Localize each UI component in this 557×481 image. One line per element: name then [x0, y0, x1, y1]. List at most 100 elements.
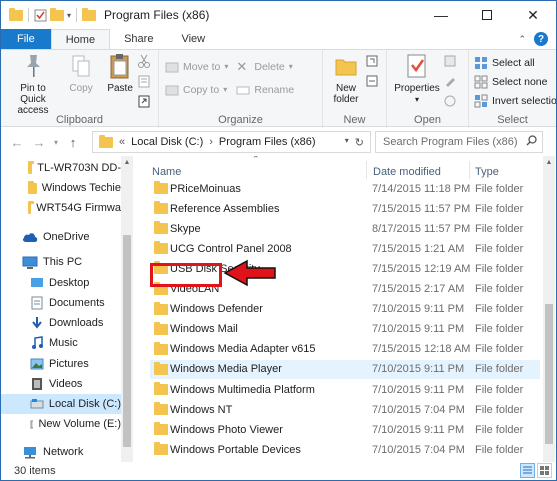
pin-to-quick-access-button[interactable]: Pin to Quick access	[7, 52, 59, 116]
nav-item-desktop[interactable]: Desktop	[1, 273, 121, 293]
table-row[interactable]: Windows Defender 7/10/2015 9:11 PM File fo…	[150, 300, 540, 319]
file-date: 7/10/2015 9:11 PM	[372, 323, 465, 336]
nav-item-videos[interactable]: Videos	[1, 374, 121, 394]
table-row[interactable]: Windows Media Player 7/10/2015 9:11 PM Fil…	[150, 359, 540, 379]
select-none-button[interactable]: Select none	[474, 71, 552, 92]
folder-icon	[154, 442, 168, 456]
help-icon[interactable]: ?	[534, 32, 548, 46]
breadcrumb-program-files[interactable]: Program Files (x86)	[219, 136, 316, 148]
folder-icon	[154, 361, 168, 375]
paste-button[interactable]: Paste	[103, 52, 137, 94]
copy-to-button[interactable]: Copy to ▾	[165, 79, 228, 100]
nav-item-music[interactable]: Music	[1, 333, 121, 353]
tab-view[interactable]: View	[167, 29, 219, 49]
breadcrumb-local-disk[interactable]: Local Disk (C:)	[131, 136, 203, 148]
properties-check-icon[interactable]	[34, 9, 47, 22]
cut-icon[interactable]	[137, 54, 151, 68]
maximize-button[interactable]	[464, 1, 510, 29]
nav-item-downloads[interactable]: Downloads	[1, 313, 121, 333]
content-scroll-up[interactable]: ▲	[543, 156, 555, 170]
back-button[interactable]: ←	[7, 135, 27, 150]
path-overflow-chevron[interactable]: «	[119, 136, 125, 148]
table-row[interactable]: Windows Photo Viewer 7/10/2015 9:11 PM Fil…	[150, 420, 540, 439]
copy-button[interactable]: Copy	[66, 52, 96, 94]
breadcrumb-separator[interactable]: ›	[209, 136, 213, 148]
history-icon[interactable]	[443, 94, 457, 108]
table-row[interactable]: Windows NT 7/10/2015 7:04 PM File folder	[150, 400, 540, 419]
nav-item-wrt54g[interactable]: WRT54G Firmwa	[1, 198, 121, 218]
table-row[interactable]: Windows Mail 7/10/2015 9:11 PM File folder	[150, 320, 540, 339]
file-date: 7/15/2015 12:18 AM	[372, 343, 471, 356]
edit-icon[interactable]	[443, 74, 457, 88]
paste-shortcut-icon[interactable]	[137, 94, 151, 108]
tab-file[interactable]: File	[1, 29, 51, 49]
computer-icon	[22, 256, 38, 269]
nav-item-network[interactable]: Network	[1, 442, 121, 462]
large-icons-view-button[interactable]	[537, 463, 552, 478]
maximize-icon	[482, 10, 492, 20]
nav-item-windows-techie[interactable]: Windows Techie	[1, 178, 121, 198]
recent-locations-button[interactable]: ▾	[51, 138, 61, 147]
properties-button[interactable]: Properties ▾	[393, 52, 441, 105]
paste-label: Paste	[107, 83, 133, 94]
select-all-button[interactable]: Select all	[474, 52, 552, 73]
customize-qat-icon[interactable]: ▾	[67, 11, 71, 20]
move-to-button[interactable]: Move to ▾	[165, 56, 228, 77]
file-type: File folder	[475, 363, 524, 376]
file-type: File folder	[475, 182, 524, 195]
column-divider[interactable]	[366, 161, 367, 179]
nav-item-onedrive[interactable]: OneDrive	[1, 227, 121, 247]
table-row[interactable]: Windows Multimedia Platform 7/10/2015 9:1…	[150, 380, 540, 399]
new-item-icon[interactable]	[365, 54, 379, 68]
address-dropdown-icon[interactable]: ▾	[345, 136, 349, 149]
delete-button[interactable]: ✕ Delete ▾	[236, 56, 294, 77]
table-row[interactable]: Windows Portable Devices 7/10/2015 7:04 P…	[150, 440, 540, 459]
search-input[interactable]: Search Program Files (x86)	[375, 131, 543, 153]
rename-button[interactable]: Rename	[236, 79, 294, 100]
table-row[interactable]: Reference Assemblies 7/15/2015 11:57 PM Fi…	[150, 199, 540, 218]
organize-group: Move to ▾ Copy to ▾ ✕ Delete ▾ Rename Or…	[159, 50, 323, 128]
up-button[interactable]: ↑	[63, 135, 83, 150]
nav-label: Local Disk (C:)	[48, 398, 121, 410]
column-divider[interactable]	[469, 161, 470, 179]
file-name: Skype	[170, 222, 201, 235]
file-type: File folder	[475, 383, 524, 396]
new-folder-icon[interactable]	[50, 7, 64, 21]
nav-item-tl-wr703n[interactable]: TL-WR703N DD-	[1, 158, 121, 178]
nav-scroll-up[interactable]: ▲	[121, 156, 133, 170]
minimize-button[interactable]: —	[418, 1, 464, 29]
table-row[interactable]: Skype 8/17/2015 11:57 PM File folder	[150, 219, 540, 238]
nav-label: Network	[43, 446, 84, 458]
open-icon[interactable]	[443, 54, 457, 68]
nav-item-pictures[interactable]: Pictures	[1, 354, 121, 374]
refresh-icon[interactable]: ↻	[355, 136, 364, 149]
tab-share[interactable]: Share	[110, 29, 167, 49]
address-bar[interactable]: « Local Disk (C:) › Program Files (x86) …	[92, 131, 371, 153]
ribbon: Pin to Quick access Copy Paste Clipboard	[1, 49, 556, 128]
forward-button[interactable]: →	[29, 135, 49, 150]
nav-item-new-volume-e[interactable]: New Volume (E:)	[1, 414, 121, 434]
folder-icon	[28, 160, 35, 174]
copy-path-icon[interactable]	[137, 74, 151, 88]
table-row[interactable]: PRiceMoinuas 7/14/2015 11:18 PM File folde…	[150, 179, 540, 198]
delete-label: Delete	[254, 60, 285, 73]
close-button[interactable]: ✕	[510, 1, 556, 29]
nav-item-this-pc[interactable]: This PC	[1, 252, 121, 272]
status-bar: 30 items	[1, 462, 556, 480]
nav-item-documents[interactable]: Documents	[1, 293, 121, 313]
details-view-button[interactable]	[520, 463, 535, 478]
invert-selection-button[interactable]: Invert selection	[474, 90, 556, 111]
content-scroll-thumb[interactable]	[545, 304, 553, 444]
nav-item-local-disk-c[interactable]: Local Disk (C:)	[1, 394, 121, 414]
nav-scrollbar[interactable]: ▲	[121, 156, 133, 462]
nav-scroll-thumb[interactable]	[123, 235, 131, 447]
content-scrollbar[interactable]: ▲	[543, 156, 555, 462]
table-row[interactable]: UCG Control Panel 2008 7/15/2015 1:21 AM F…	[150, 239, 540, 258]
collapse-ribbon-icon[interactable]: ⌃	[518, 34, 526, 45]
tab-home[interactable]: Home	[50, 29, 111, 49]
new-folder-button[interactable]: New folder	[329, 52, 363, 105]
file-name: PRiceMoinuas	[170, 182, 241, 195]
file-date: 7/15/2015 11:57 PM	[372, 202, 471, 215]
table-row[interactable]: Windows Media Adapter v615 7/15/2015 12:1…	[150, 340, 540, 359]
easy-access-icon[interactable]	[365, 74, 379, 88]
